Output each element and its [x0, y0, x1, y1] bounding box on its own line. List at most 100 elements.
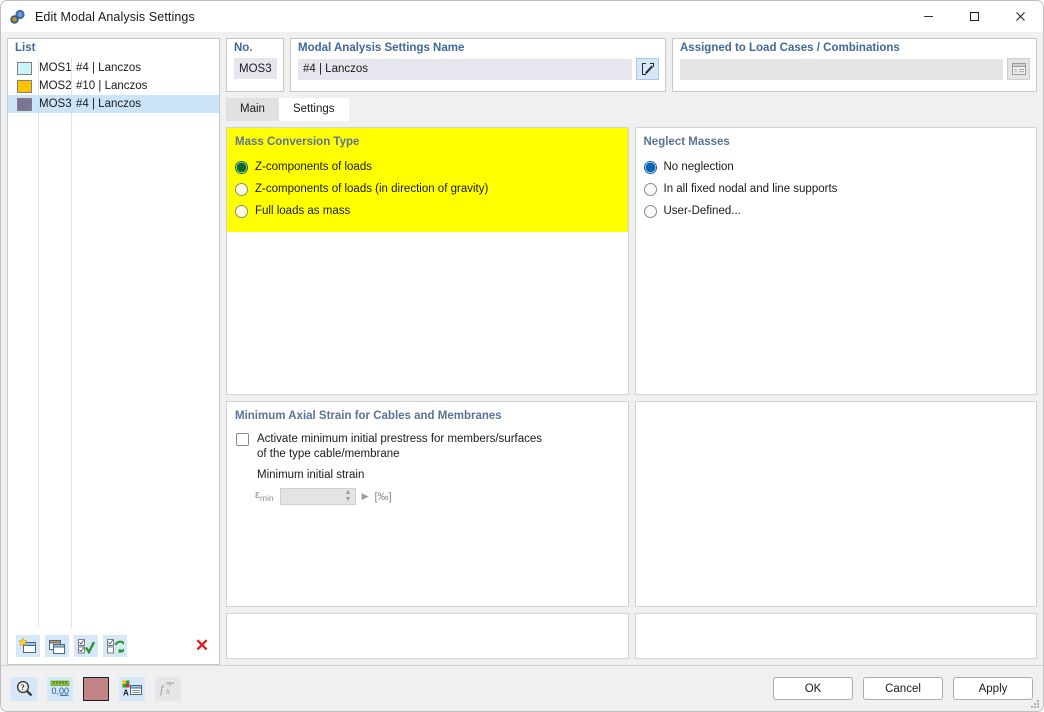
table-list-icon[interactable]: [1007, 58, 1030, 80]
radio-unselected-icon: [235, 182, 248, 196]
left-empty-panel-bottom: [226, 613, 629, 659]
strain-spinner-input[interactable]: ▲ ▼: [279, 488, 356, 505]
list-item-id: MOS2: [39, 80, 72, 92]
cancel-button[interactable]: Cancel: [863, 677, 943, 700]
svg-text:?: ?: [20, 683, 24, 692]
neglect-masses-title: Neglect Masses: [643, 136, 730, 148]
no-field-group: No. MOS3: [226, 38, 284, 92]
check-all-button[interactable]: [74, 635, 98, 657]
neglect-masses-card: Neglect Masses No neglection In all fixe…: [634, 127, 1037, 395]
list-rows[interactable]: MOS1 #4 | Lanczos MOS2 #10 | Lanczos MOS…: [8, 59, 219, 628]
assigned-label: Assigned to Load Cases / Combinations: [680, 42, 900, 54]
minimize-button[interactable]: [905, 1, 951, 32]
epsilon-subscript: min: [259, 493, 274, 504]
edit-pencil-icon[interactable]: [636, 58, 659, 80]
radio-label: No neglection: [663, 161, 734, 173]
radio-label: In all fixed nodal and line supports: [663, 183, 838, 195]
radio-no-neglection[interactable]: No neglection: [643, 156, 1037, 178]
list-item[interactable]: MOS2 #10 | Lanczos: [8, 77, 219, 95]
mass-conversion-highlight: Mass Conversion Type Z-components of loa…: [227, 128, 628, 232]
radio-label: Z-components of loads: [255, 161, 372, 173]
name-label: Modal Analysis Settings Name: [298, 42, 465, 54]
resize-grip-icon[interactable]: [1030, 699, 1040, 709]
footer-tools: ? 0,00 A f x: [11, 676, 181, 701]
list-item-description: #4 | Lanczos: [76, 98, 142, 110]
ok-button[interactable]: OK: [773, 677, 853, 700]
no-label: No.: [234, 42, 253, 54]
radio-label: Full loads as mass: [255, 205, 351, 217]
maximize-button[interactable]: [951, 1, 997, 32]
neglect-masses-radio-group: No neglection In all fixed nodal and lin…: [636, 148, 1037, 222]
magnifier-question-icon[interactable]: ?: [11, 676, 37, 701]
activate-prestress-checkbox-row[interactable]: Activate minimum initial prestress for m…: [227, 422, 628, 462]
right-side: No. MOS3 Modal Analysis Settings Name #4…: [226, 38, 1037, 665]
radio-z-components-of-loads[interactable]: Z-components of loads: [235, 156, 628, 178]
label-line-1: Activate minimum initial prestress for m…: [257, 433, 543, 445]
radio-z-components-gravity[interactable]: Z-components of loads (in direction of g…: [235, 178, 628, 200]
list-panel: List MOS1 #4 | Lanczos MOS2 #10 | Lanczo…: [7, 38, 220, 665]
list-toolbar: ✕: [8, 628, 219, 664]
close-button[interactable]: [997, 1, 1043, 32]
right-empty-panel-bottom: [634, 613, 1037, 659]
name-input[interactable]: #4 | Lanczos: [298, 58, 632, 80]
radio-label: Z-components of loads (in direction of g…: [255, 183, 489, 195]
spinner-arrows-icon[interactable]: ▲ ▼: [345, 489, 352, 503]
list-item-description: #10 | Lanczos: [76, 80, 148, 92]
tab-settings[interactable]: Settings: [278, 98, 349, 121]
radio-all-fixed-supports[interactable]: In all fixed nodal and line supports: [643, 178, 1037, 200]
radio-selected-icon: [643, 160, 657, 174]
edit-modal-analysis-settings-window: 6 Edit Modal Analysis Settings List MOS1…: [0, 0, 1044, 712]
radio-unselected-icon: [235, 204, 248, 218]
right-empty-panel-middle: [634, 401, 1037, 607]
list-item-id: MOS3: [39, 98, 72, 110]
name-field-group: Modal Analysis Settings Name #4 | Lanczo…: [290, 38, 666, 92]
column-separator-1: [38, 59, 39, 628]
list-item-description: #4 | Lanczos: [76, 62, 142, 74]
list-item-id: MOS1: [39, 62, 72, 74]
label-line-2: of the type cable/membrane: [257, 448, 400, 460]
svg-text:0,00: 0,00: [52, 686, 70, 696]
radio-unselected-icon: [643, 204, 657, 218]
svg-text:f: f: [160, 682, 165, 696]
top-fields: No. MOS3 Modal Analysis Settings Name #4…: [226, 38, 1037, 92]
minimum-initial-strain-label: Minimum initial strain: [257, 469, 365, 481]
color-swatch-icon: [17, 61, 32, 75]
tab-content-settings: Mass Conversion Type Z-components of loa…: [226, 121, 1037, 665]
svg-text:A: A: [123, 689, 129, 698]
body-area: List MOS1 #4 | Lanczos MOS2 #10 | Lanczo…: [1, 32, 1043, 665]
function-fx-icon[interactable]: f x: [155, 676, 181, 701]
activate-prestress-label: Activate minimum initial prestress for m…: [257, 432, 542, 462]
no-value: MOS3: [234, 58, 277, 79]
copy-item-button[interactable]: [45, 635, 69, 657]
color-swatch-icon: [17, 97, 32, 111]
tabstrip: Main Settings: [226, 98, 1037, 121]
svg-text:6: 6: [13, 18, 16, 24]
display-properties-icon[interactable]: A: [119, 676, 145, 701]
footer: ? 0,00 A f x OK Cancel Apply: [1, 665, 1043, 711]
list-item[interactable]: MOS3 #4 | Lanczos: [8, 95, 219, 113]
column-separator-2: [71, 59, 72, 628]
mass-conversion-title: Mass Conversion Type: [235, 136, 360, 148]
assigned-field-group: Assigned to Load Cases / Combinations: [672, 38, 1037, 92]
checkbox-unchecked-icon[interactable]: [236, 433, 249, 446]
units-0.00-icon[interactable]: 0,00: [47, 676, 73, 701]
axial-strain-title: Minimum Axial Strain for Cables and Memb…: [235, 410, 502, 422]
radio-selected-icon: [235, 160, 248, 174]
delete-item-button[interactable]: ✕: [191, 635, 213, 657]
list-header: List: [8, 39, 219, 59]
footer-actions: OK Cancel Apply: [773, 677, 1033, 700]
assigned-input[interactable]: [680, 58, 1003, 80]
app-modal-analysis-icon: 6: [9, 8, 27, 26]
apply-button[interactable]: Apply: [953, 677, 1033, 700]
new-item-button[interactable]: [16, 635, 40, 657]
titlebar: 6 Edit Modal Analysis Settings: [1, 1, 1043, 32]
tab-main[interactable]: Main: [226, 98, 279, 121]
window-title: Edit Modal Analysis Settings: [35, 9, 195, 24]
list-item[interactable]: MOS1 #4 | Lanczos: [8, 59, 219, 77]
radio-user-defined[interactable]: User-Defined...: [643, 200, 1037, 222]
radio-label: User-Defined...: [663, 205, 741, 217]
expand-triangle-icon[interactable]: ▶: [362, 491, 369, 502]
refresh-check-button[interactable]: [103, 635, 127, 657]
radio-full-loads-as-mass[interactable]: Full loads as mass: [235, 200, 628, 222]
color-swatch-icon[interactable]: [83, 676, 109, 701]
